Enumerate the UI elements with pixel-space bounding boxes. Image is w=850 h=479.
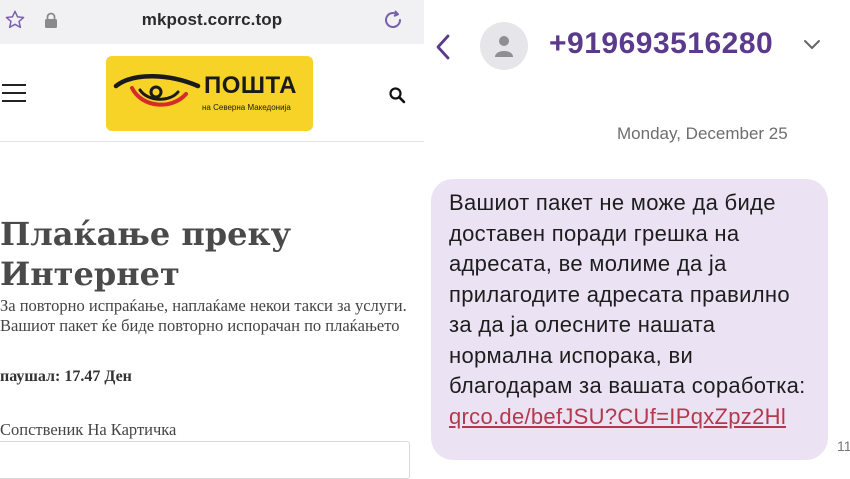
date-separator: Monday, December 25 [617,124,788,143]
page-title-line2: Интернет [0,255,180,293]
avatar[interactable] [480,22,528,70]
posta-logo[interactable]: ПОШТА на Северна Македонија [106,56,313,131]
search-icon[interactable] [388,86,406,104]
message-timestamp: 11 [837,438,850,454]
reload-icon[interactable] [381,8,405,32]
message-bubble[interactable]: Вашиот пакет не може да биде доставен по… [431,179,828,460]
browser-url-bar[interactable]: mkpost.corrc.top [0,0,424,44]
sender-phone-number[interactable]: +919693516280 [549,27,773,61]
menu-icon[interactable] [2,84,26,104]
sms-conversation: +919693516280 Monday, December 25 Вашиот… [427,0,850,479]
site-header: ПОШТА на Северна Македонија [0,44,424,142]
card-owner-input[interactable] [0,441,410,479]
card-owner-label: Сопственик На Картичка [0,420,177,439]
page-title: Плаќање преку Интернет [0,214,420,294]
logo-subtitle: на Северна Македонија [202,103,291,112]
page-title-line1: Плаќање преку [0,215,292,253]
back-icon[interactable] [433,32,453,62]
posthorn-icon [113,74,201,107]
amount-label: паушал: 17.47 Ден [0,368,132,385]
message-text: Вашиот пакет не може да биде доставен по… [449,188,818,432]
message-body: Вашиот пакет не може да биде доставен по… [449,190,806,398]
logo-title: ПОШТА [204,72,298,99]
url-text[interactable]: mkpost.corrc.top [0,10,424,30]
chevron-down-icon[interactable] [802,38,822,52]
page-description: За повторно испраќање, наплаќаме некои т… [0,296,407,335]
message-link[interactable]: qrco.de/befJSU?CUf=IPqxZpz2Hl [449,404,786,429]
avatar-icon [495,36,513,57]
phishing-web-page: mkpost.corrc.top ПОШТА на Северна Македо… [0,0,424,479]
